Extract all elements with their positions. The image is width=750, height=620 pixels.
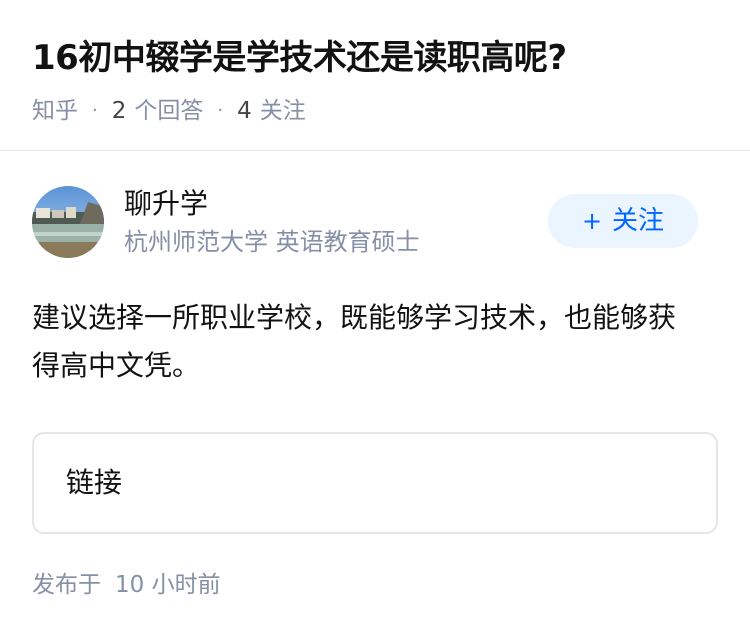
publish-time: 发布于 10 小时前 <box>32 570 718 600</box>
follow-count-label[interactable]: 关注 <box>260 96 306 126</box>
follow-count: 4 <box>237 98 252 124</box>
answer-count-label[interactable]: 个回答 <box>134 96 203 126</box>
question-title[interactable]: 16初中辍学是学技术还是读职高呢? <box>32 36 718 80</box>
answer-content[interactable]: 建议选择一所职业学校，既能够学习技术，也能够获得高中文凭。 <box>32 294 702 390</box>
link-card[interactable]: 链接 <box>32 432 718 534</box>
follow-button-label: 关注 <box>612 206 665 236</box>
question-header: 16初中辍学是学技术还是读职高呢? 知乎 · 2 个回答 · 4 关注 <box>0 0 750 151</box>
plus-icon: + <box>581 207 603 235</box>
author-row: 聊升学 杭州师范大学 英语教育硕士 + 关注 <box>32 186 718 294</box>
question-meta: 知乎 · 2 个回答 · 4 关注 <box>32 96 718 126</box>
link-label: 链接 <box>66 466 123 499</box>
separator-dot: · <box>217 100 224 121</box>
answer-card: 聊升学 杭州师范大学 英语教育硕士 + 关注 建议选择一所职业学校，既能够学习技术… <box>0 186 750 600</box>
follow-button[interactable]: + 关注 <box>548 194 698 248</box>
source-label[interactable]: 知乎 <box>32 96 78 126</box>
avatar-image <box>32 186 104 258</box>
answer-count: 2 <box>111 98 127 124</box>
publish-time-value: 10 小时前 <box>115 572 221 598</box>
author-headline: 杭州师范大学 英语教育硕士 <box>124 228 420 256</box>
separator-dot: · <box>92 100 98 121</box>
avatar[interactable] <box>32 186 104 258</box>
publish-prefix: 发布于 <box>32 572 101 598</box>
author-name[interactable]: 聊升学 <box>124 186 208 222</box>
